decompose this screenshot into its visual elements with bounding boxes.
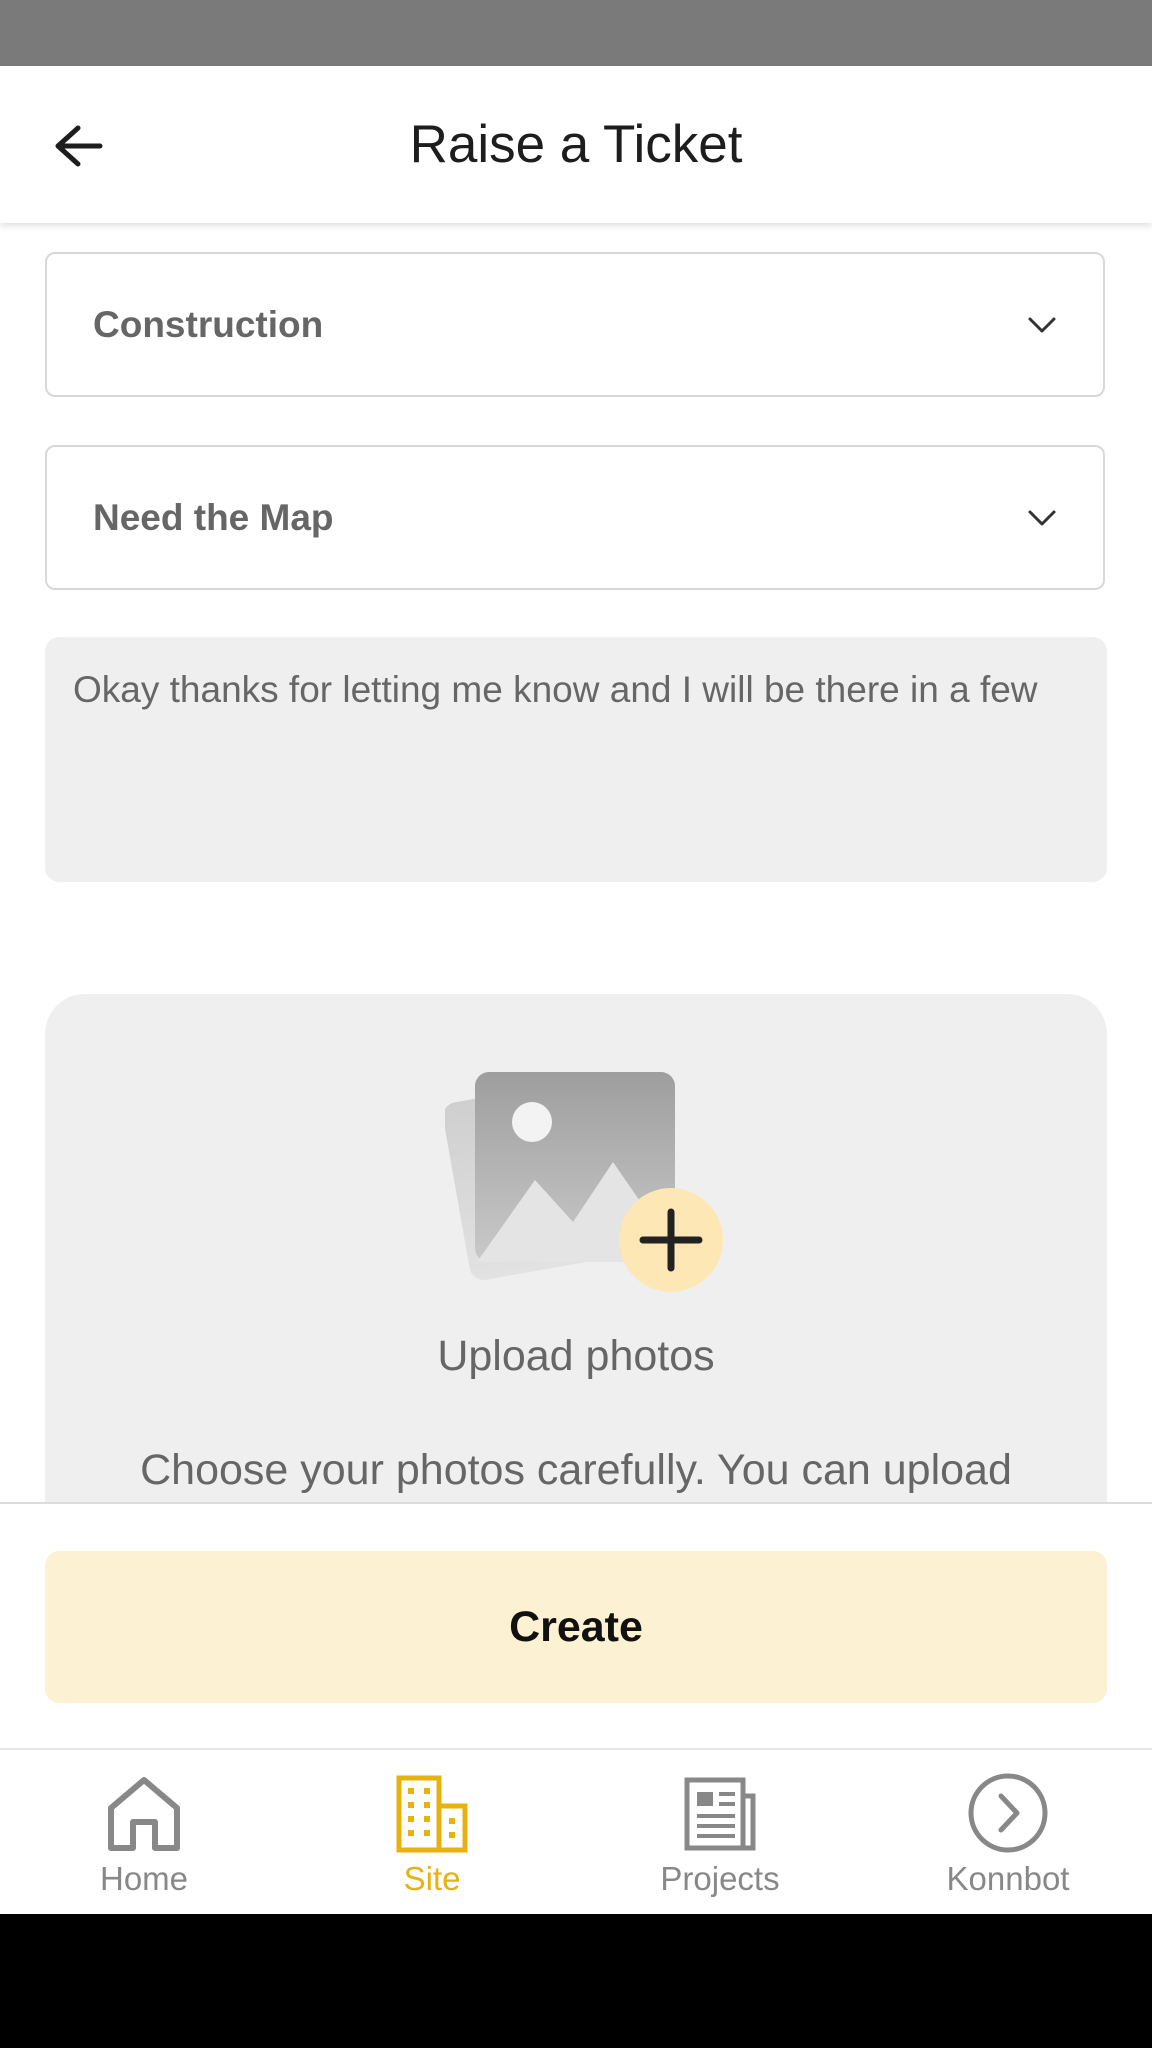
chevron-right-circle-icon <box>968 1773 1048 1853</box>
nav-label-konnbot: Konnbot <box>946 1860 1070 1897</box>
nav-item-konnbot[interactable]: Konnbot <box>864 1750 1152 1914</box>
category-select-value: Construction <box>93 303 324 345</box>
home-icon <box>108 1777 180 1851</box>
arrow-left-icon <box>55 125 103 167</box>
back-button[interactable] <box>44 116 112 176</box>
page-title: Raise a Ticket <box>409 115 743 174</box>
subject-select[interactable]: Need the Map <box>45 445 1105 590</box>
status-bar <box>0 0 1152 66</box>
subject-select-value: Need the Map <box>93 496 334 538</box>
system-navigation-bar <box>0 1914 1152 2048</box>
bottom-action-bar: Create <box>0 1502 1152 1748</box>
create-button[interactable]: Create <box>45 1551 1107 1703</box>
nav-label-projects: Projects <box>660 1860 780 1897</box>
nav-label-site: Site <box>403 1860 461 1897</box>
building-icon <box>396 1775 468 1853</box>
newspaper-icon <box>684 1777 756 1851</box>
upload-title: Upload photos <box>437 1332 715 1380</box>
upload-photos-area[interactable]: Upload photos Choose your photos careful… <box>45 994 1107 1554</box>
image-add-icon <box>445 1072 723 1292</box>
upload-hint: Choose your photos carefully. You can up… <box>140 1446 1012 1494</box>
category-select[interactable]: Construction <box>45 252 1105 397</box>
bottom-nav: Home Site Projects Konnbot <box>0 1748 1152 1914</box>
nav-label-home: Home <box>99 1860 189 1897</box>
app-header: Raise a Ticket <box>0 66 1152 223</box>
chevron-down-icon <box>1028 317 1056 332</box>
nav-item-projects[interactable]: Projects <box>576 1750 864 1914</box>
description-textarea[interactable]: Okay thanks for letting me know and I wi… <box>45 637 1107 882</box>
nav-item-site[interactable]: Site <box>288 1750 576 1914</box>
chevron-down-icon <box>1028 510 1056 525</box>
nav-item-home[interactable]: Home <box>0 1750 288 1914</box>
